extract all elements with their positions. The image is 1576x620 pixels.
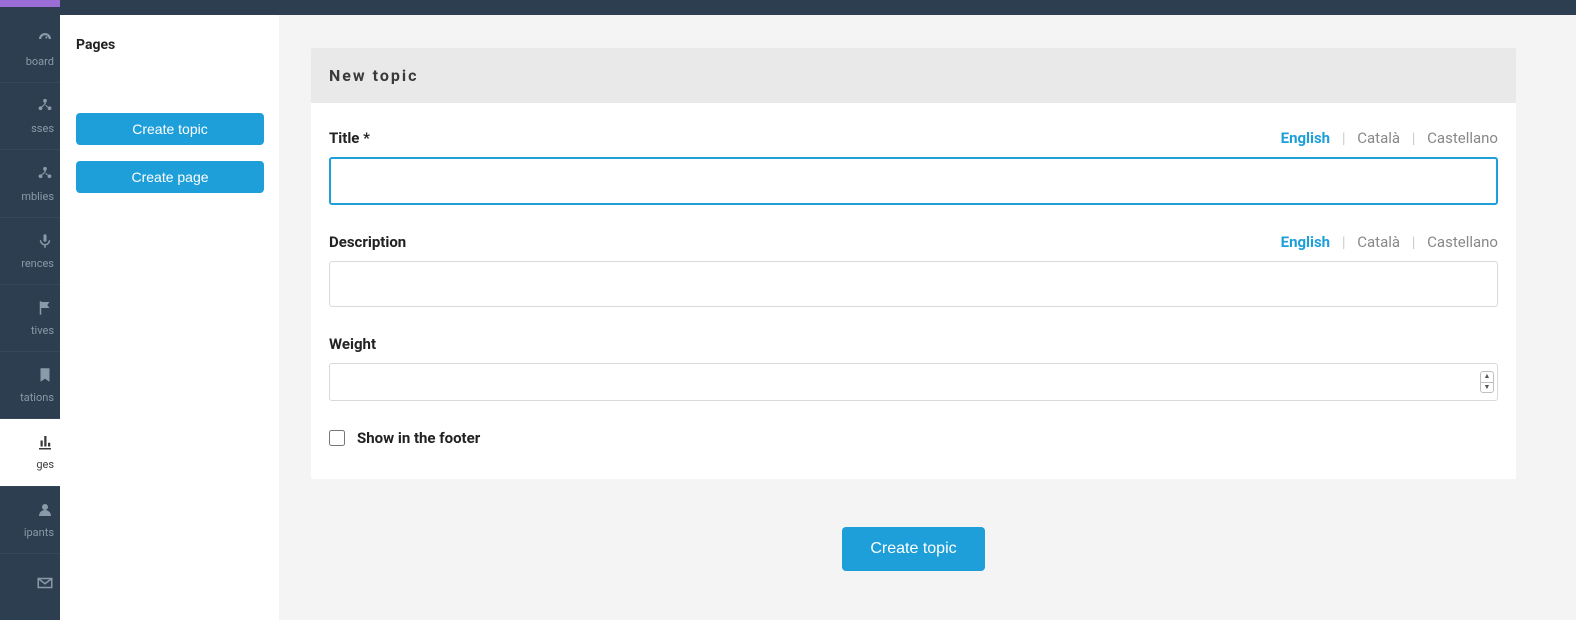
weight-input[interactable] — [329, 363, 1498, 401]
title-input[interactable] — [329, 157, 1498, 205]
nav-item-7[interactable]: ipants — [0, 486, 60, 553]
lang-tab-catala[interactable]: Català — [1357, 129, 1400, 147]
title-label: Title * — [329, 129, 370, 147]
gauge-icon — [36, 30, 54, 55]
weight-spin-up[interactable]: ▲ — [1481, 372, 1493, 383]
form-heading: New topic — [311, 48, 1516, 103]
nav-item-6[interactable]: ges — [0, 418, 60, 485]
mail-icon — [36, 574, 54, 599]
nav-item-8[interactable] — [0, 553, 60, 620]
field-title: Title * English | Català | Castellano — [329, 129, 1498, 205]
nav-item-label: tives — [31, 324, 54, 337]
nav-item-0[interactable]: board — [0, 15, 60, 82]
nav-item-label: board — [26, 55, 54, 68]
lang-tab-english-2[interactable]: English — [1281, 233, 1330, 251]
bookmark-icon — [36, 366, 54, 391]
side-panel-title: Pages — [76, 37, 263, 53]
nav-item-3[interactable]: rences — [0, 217, 60, 284]
mic-icon — [36, 232, 54, 257]
lang-tab-catala-2[interactable]: Català — [1357, 233, 1400, 251]
description-lang-tabs: English | Català | Castellano — [1281, 233, 1498, 251]
footer-label[interactable]: Show in the footer — [357, 429, 480, 447]
weight-spin-down[interactable]: ▼ — [1481, 383, 1493, 393]
title-lang-tabs: English | Català | Castellano — [1281, 129, 1498, 147]
tree-icon — [36, 97, 54, 122]
side-panel: Pages Create topic Create page — [60, 15, 279, 620]
lang-tab-castellano[interactable]: Castellano — [1427, 129, 1498, 147]
nav-item-label: mblies — [21, 190, 54, 203]
form-body: Title * English | Català | Castellano De… — [311, 103, 1516, 479]
user-icon — [36, 501, 54, 526]
nav-item-label: sses — [31, 122, 54, 135]
nav-item-1[interactable]: sses — [0, 82, 60, 149]
accent-bar — [0, 0, 60, 7]
submit-button[interactable]: Create topic — [842, 527, 984, 571]
lang-tab-castellano-2[interactable]: Castellano — [1427, 233, 1498, 251]
submit-row: Create topic — [311, 527, 1516, 571]
description-input[interactable] — [329, 261, 1498, 307]
nav-item-label: tations — [20, 391, 54, 404]
nav-item-5[interactable]: tations — [0, 351, 60, 418]
nav-item-2[interactable]: mblies — [0, 149, 60, 216]
weight-spinner: ▲ ▼ — [1480, 371, 1494, 393]
tree-icon — [36, 165, 54, 190]
field-weight: Weight ▲ ▼ — [329, 335, 1498, 401]
main-area: New topic Title * English | Català | Cas… — [279, 15, 1576, 620]
field-description: Description English | Català | Castellan… — [329, 233, 1498, 307]
nav-item-label: ges — [36, 458, 54, 471]
create-page-button[interactable]: Create page — [76, 161, 264, 193]
lang-tab-english[interactable]: English — [1281, 129, 1330, 147]
footer-checkbox[interactable] — [329, 430, 345, 446]
top-bar — [0, 0, 1576, 15]
nav-item-label: rences — [21, 257, 54, 270]
chart-icon — [36, 433, 54, 458]
icon-rail: board sses mblies rences tives tations ges ipan… — [0, 15, 60, 620]
field-footer: Show in the footer — [329, 429, 1498, 447]
nav-item-4[interactable]: tives — [0, 284, 60, 351]
create-topic-button[interactable]: Create topic — [76, 113, 264, 145]
nav-item-label: ipants — [24, 526, 54, 539]
weight-label: Weight — [329, 335, 376, 353]
form-card: New topic Title * English | Català | Cas… — [311, 48, 1516, 479]
description-label: Description — [329, 233, 406, 251]
flag-icon — [36, 299, 54, 324]
